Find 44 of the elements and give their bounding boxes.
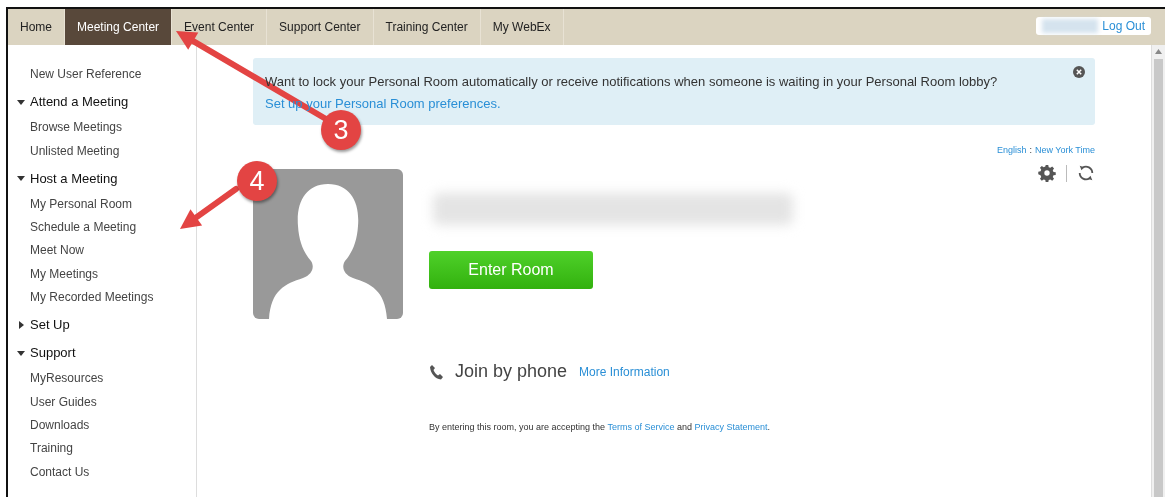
sidebar-link[interactable]: My Recorded Meetings bbox=[30, 290, 154, 305]
expand-triangle-icon[interactable] bbox=[17, 320, 25, 329]
sidebar-link[interactable]: Unlisted Meeting bbox=[30, 143, 120, 158]
collapse-triangle-icon[interactable] bbox=[17, 174, 25, 183]
timezone-link[interactable]: New York Time bbox=[1034, 145, 1095, 155]
collapse-triangle-icon[interactable] bbox=[17, 97, 25, 106]
sidebar-section[interactable]: Support bbox=[30, 345, 76, 361]
logout-link[interactable]: Log Out bbox=[1098, 19, 1151, 33]
language-link[interactable]: English bbox=[996, 145, 1027, 155]
phone-icon bbox=[429, 363, 443, 380]
more-information-link[interactable]: More Information bbox=[579, 364, 670, 379]
sidebar-link[interactable]: Schedule a Meeting bbox=[30, 220, 137, 235]
scrollbar-thumb[interactable] bbox=[1154, 59, 1163, 497]
separator-text: : bbox=[1029, 145, 1032, 155]
nav-tab[interactable]: Training Center bbox=[373, 9, 481, 45]
terms-link[interactable]: Terms of Service bbox=[607, 422, 675, 432]
close-icon[interactable] bbox=[1073, 66, 1085, 78]
scroll-up-icon[interactable] bbox=[1155, 49, 1162, 54]
nav-tab[interactable]: Meeting Center bbox=[65, 9, 173, 45]
sidebar-section[interactable]: Set Up bbox=[30, 317, 70, 333]
sidebar-link[interactable]: Contact Us bbox=[30, 464, 90, 479]
sidebar-link[interactable]: My Meetings bbox=[30, 266, 99, 281]
nav-tab[interactable]: My WebEx bbox=[480, 9, 564, 45]
redacted-username bbox=[1042, 19, 1099, 33]
privacy-link[interactable]: Privacy Statement bbox=[694, 422, 768, 432]
terms-text: By entering this room, you are accepting the Terms of Service and Privacy Statement. bbox=[429, 422, 772, 432]
sidebar-link[interactable]: Downloads bbox=[30, 417, 90, 432]
sidebar-link[interactable]: User Guides bbox=[30, 394, 97, 409]
sidebar-link[interactable]: Training bbox=[30, 441, 73, 456]
sidebar-link[interactable]: My Personal Room bbox=[30, 196, 133, 211]
collapse-triangle-icon[interactable] bbox=[17, 348, 25, 357]
sidebar-link[interactable]: MyResources bbox=[30, 371, 104, 386]
annotation-arrow bbox=[180, 186, 239, 229]
join-heading: Join by phone bbox=[455, 361, 568, 382]
step-badge: 4 bbox=[237, 161, 277, 201]
settings-icon[interactable] bbox=[1038, 164, 1056, 182]
refresh-icon[interactable] bbox=[1077, 164, 1095, 182]
sidebar-section[interactable]: Host a Meeting bbox=[30, 170, 118, 186]
sidebar-section[interactable]: Attend a Meeting bbox=[30, 94, 129, 110]
nav-tab[interactable]: Support Center bbox=[267, 9, 374, 45]
sidebar-link[interactable]: New User Reference bbox=[30, 67, 142, 81]
sidebar-link[interactable]: Meet Now bbox=[30, 243, 85, 258]
step-badge: 3 bbox=[321, 110, 361, 150]
sidebar-link[interactable]: Browse Meetings bbox=[30, 120, 123, 135]
